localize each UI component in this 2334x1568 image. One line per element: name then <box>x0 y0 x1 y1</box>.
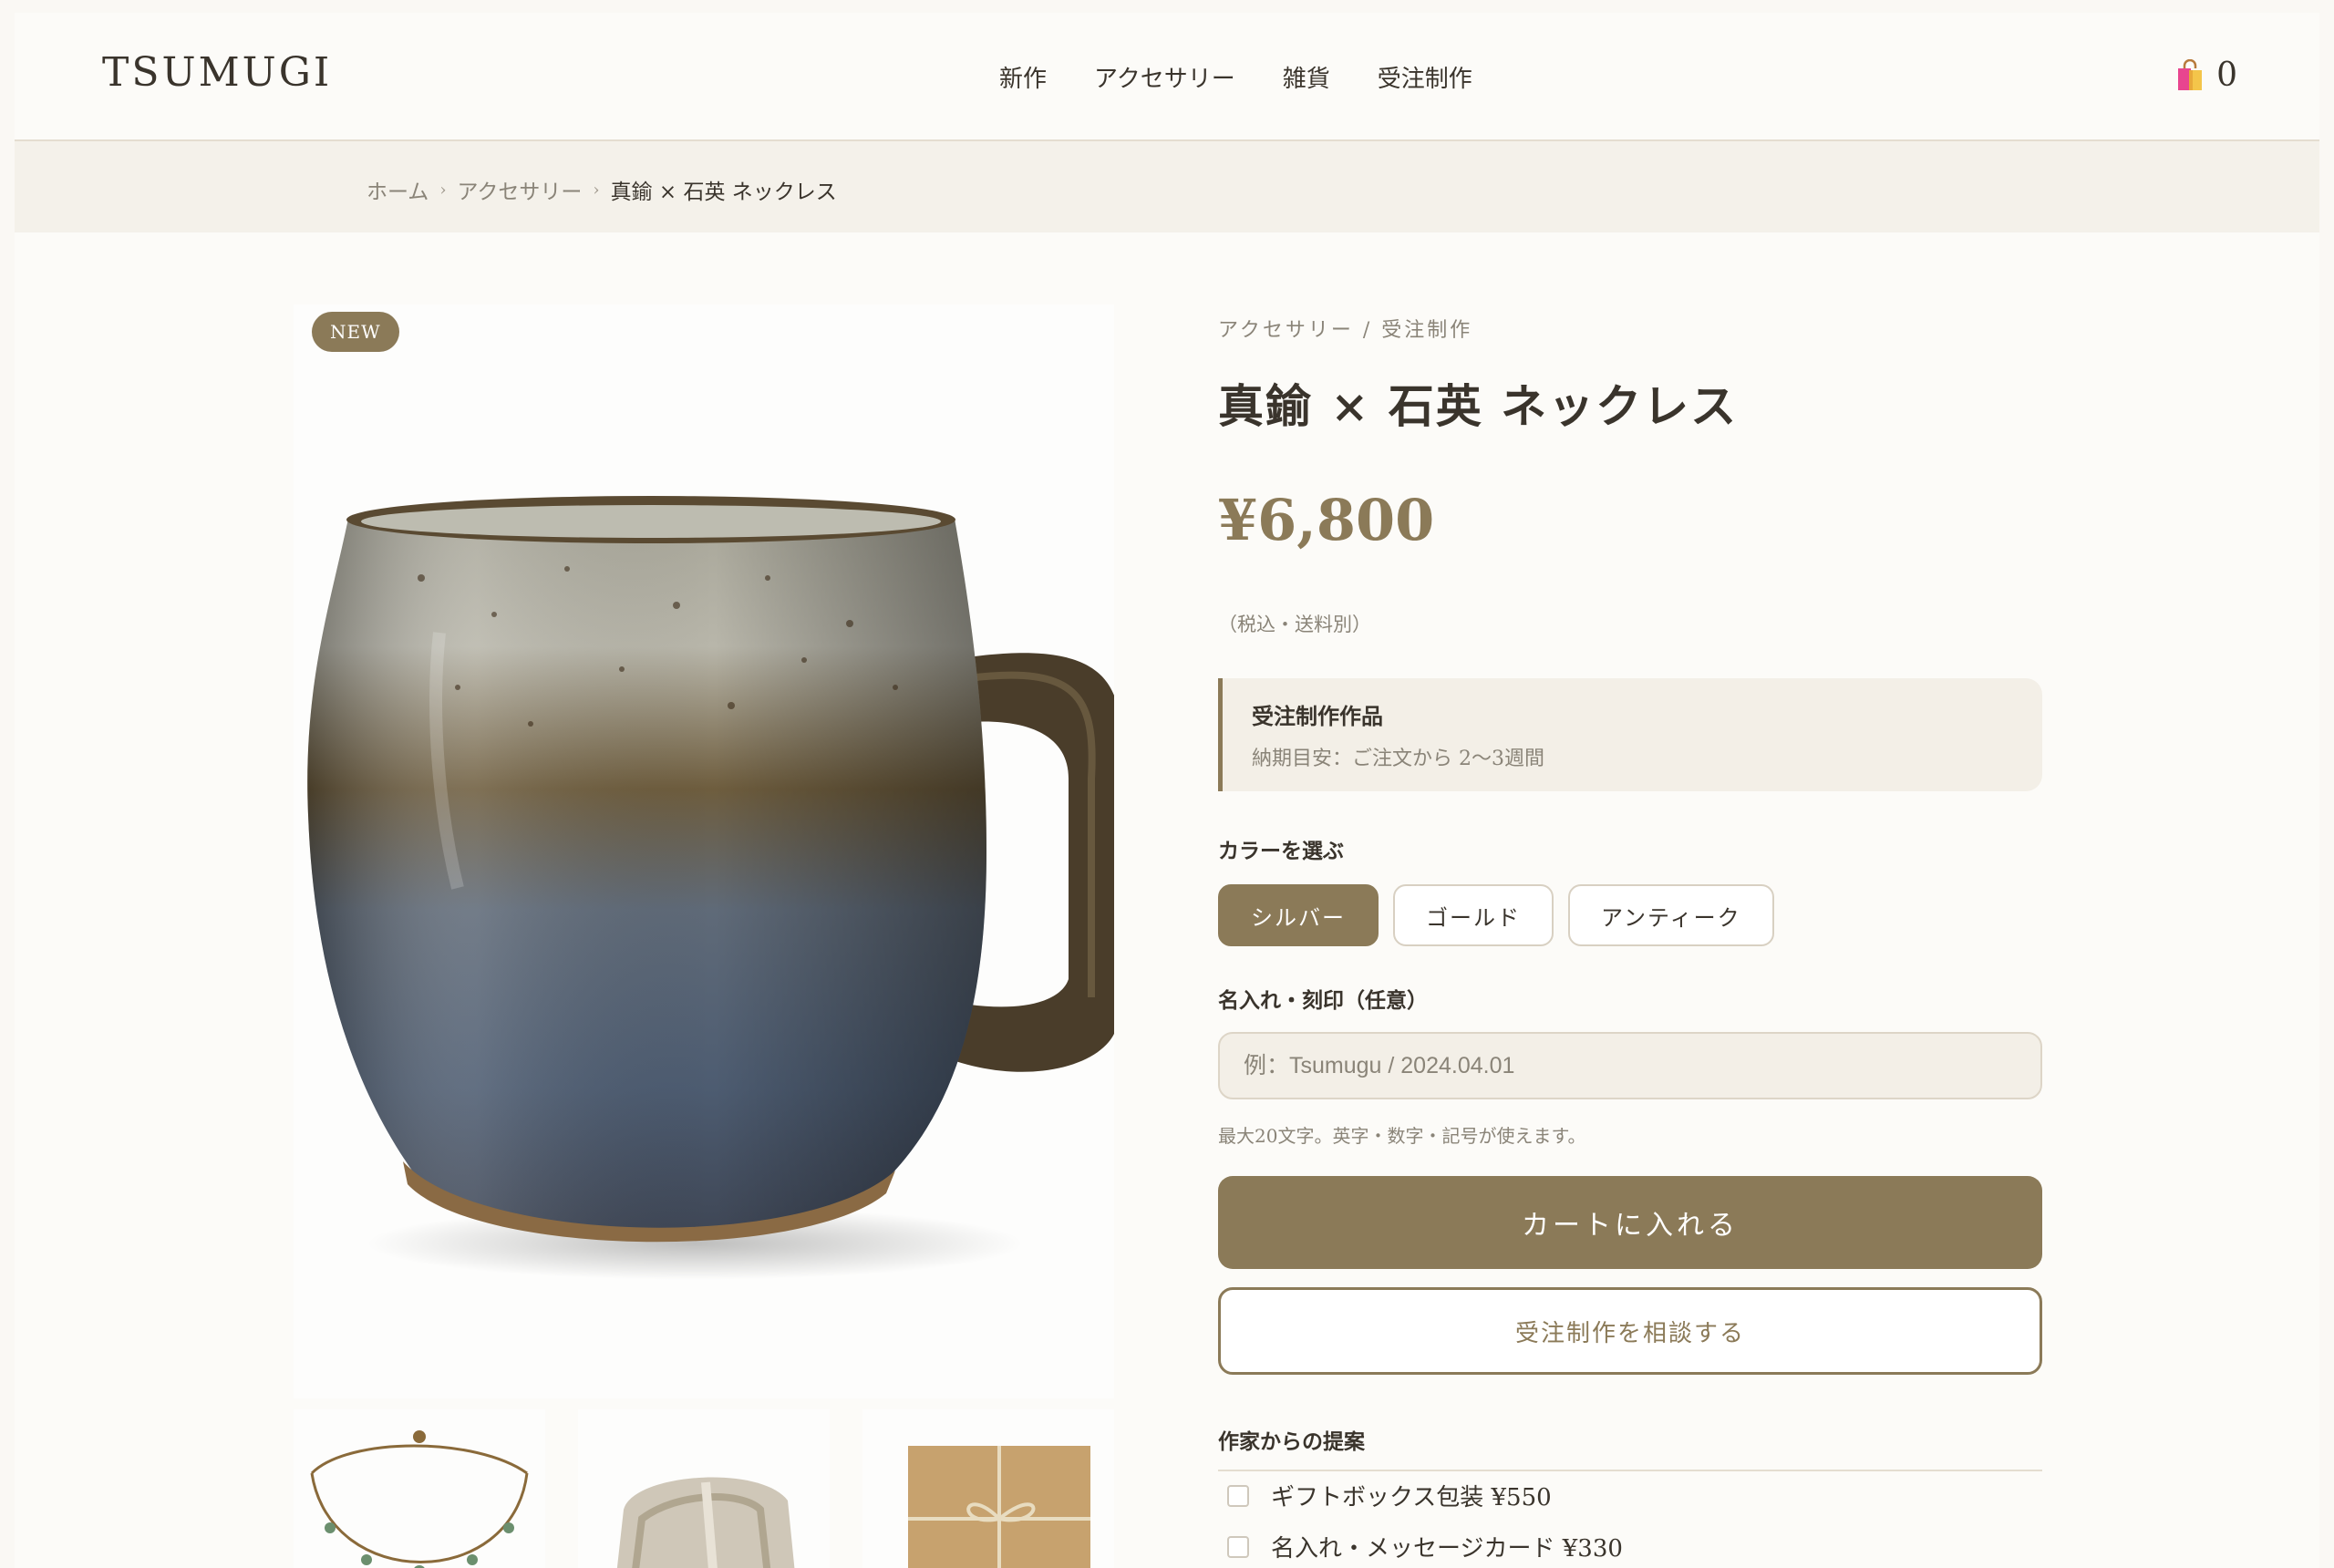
cart-button[interactable]: 0 <box>2176 57 2237 94</box>
suggestions-title: 作家からの提案 <box>1218 1424 2042 1471</box>
cloth-thumbnail-image <box>616 1477 795 1568</box>
addon-label: 名入れ・メッセージカード ¥330 <box>1271 1535 1623 1563</box>
addon-label: ギフトボックス包装 ¥550 <box>1271 1484 1552 1511</box>
addon-checkbox[interactable] <box>1227 1535 1249 1558</box>
addon-gift-box[interactable]: ギフトボックス包装 ¥550 <box>1227 1479 1552 1512</box>
cart-count: 0 <box>2216 57 2237 94</box>
breadcrumb-separator: › <box>439 180 447 200</box>
site-header: TSUMUGI 新作 アクセサリー 雑貨 受注制作 0 <box>15 13 2319 141</box>
shopping-bag-icon <box>2178 58 2203 90</box>
mug-image <box>307 496 1114 1280</box>
new-badge: NEW <box>312 312 399 352</box>
color-label: カラーを選ぶ <box>1218 839 1344 863</box>
main-nav: 新作 アクセサリー 雑貨 受注制作 <box>999 60 1472 94</box>
breadcrumb: ホーム › アクセサリー › 真鍮 × 石英 ネックレス <box>367 174 837 205</box>
consult-custom-order-button[interactable]: 受注制作を相談する <box>1218 1287 2042 1375</box>
addon-checkbox[interactable] <box>1227 1484 1249 1507</box>
necklace-thumbnail-image <box>310 1430 529 1568</box>
color-option-silver[interactable]: シルバー <box>1218 884 1379 946</box>
nav-item-goods[interactable]: 雑貨 <box>1283 60 1330 94</box>
thumbnail-cloth[interactable] <box>578 1409 830 1568</box>
color-option-antique[interactable]: アンティーク <box>1568 884 1774 946</box>
color-options: シルバー ゴールド アンティーク <box>1218 884 1774 946</box>
engrave-label: 名入れ・刻印（任意） <box>1218 988 1428 1013</box>
engrave-hint: 最大20文字。英字・数字・記号が使えます。 <box>1218 1125 1586 1147</box>
site-logo[interactable]: TSUMUGI <box>102 49 332 96</box>
notice-body: 納期目安：ご注文から 2〜3週間 <box>1252 748 1544 770</box>
product-category: アクセサリー / 受注制作 <box>1218 319 1473 342</box>
breadcrumb-current: 真鍮 × 石英 ネックレス <box>610 181 837 204</box>
thumbnail-necklace[interactable] <box>294 1409 545 1568</box>
breadcrumb-home[interactable]: ホーム <box>367 174 429 205</box>
giftbox-thumbnail-image <box>908 1446 1090 1568</box>
thumbnail-strip <box>294 1409 1114 1568</box>
product-main-image[interactable] <box>294 304 1114 1398</box>
product-page: TSUMUGI 新作 アクセサリー 雑貨 受注制作 0 ホーム › アクセサリー… <box>15 13 2319 1568</box>
notice-title: 受注制作作品 <box>1252 703 1383 729</box>
nav-item-custom-order[interactable]: 受注制作 <box>1378 60 1472 94</box>
thumbnail-giftbox[interactable] <box>862 1409 1114 1568</box>
addon-message-card[interactable]: 名入れ・メッセージカード ¥330 <box>1227 1530 1623 1563</box>
custom-order-notice: 受注制作作品 納期目安：ご注文から 2〜3週間 <box>1218 678 2042 791</box>
breadcrumb-separator: › <box>593 180 600 200</box>
breadcrumb-accessories[interactable]: アクセサリー <box>458 174 583 205</box>
product-title: 真鍮 × 石英 ネックレス <box>1218 379 1739 433</box>
nav-item-new[interactable]: 新作 <box>999 60 1047 94</box>
tax-note: （税込・送料別） <box>1218 614 1371 635</box>
breadcrumb-bar: ホーム › アクセサリー › 真鍮 × 石英 ネックレス <box>15 141 2319 232</box>
engrave-input[interactable] <box>1218 1032 2042 1099</box>
color-option-gold[interactable]: ゴールド <box>1393 884 1554 946</box>
add-to-cart-button[interactable]: カートに入れる <box>1218 1176 2042 1269</box>
nav-item-accessories[interactable]: アクセサリー <box>1094 60 1235 94</box>
product-price: ¥6,800 <box>1218 487 1435 553</box>
